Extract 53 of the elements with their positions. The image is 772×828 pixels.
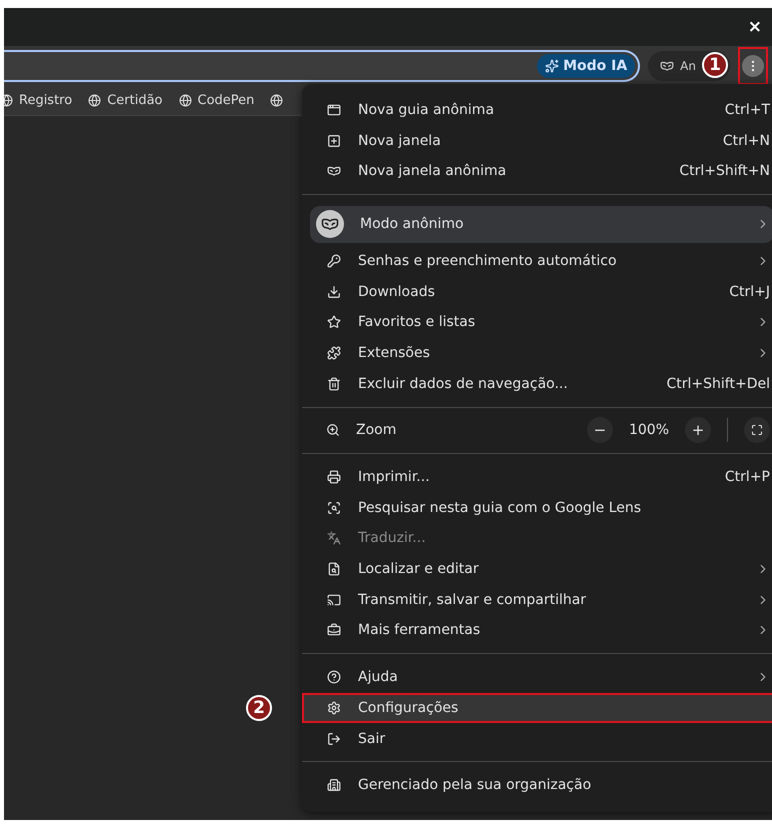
star-icon [326, 314, 342, 330]
lens-icon [326, 500, 342, 516]
translate-icon [326, 530, 342, 546]
address-bar[interactable]: Modo IA [4, 50, 640, 82]
menu-item[interactable]: Gerenciado pela sua organização [302, 770, 772, 801]
menu-item[interactable]: Modo anônimo [310, 206, 772, 243]
menu-item[interactable]: Extensões [302, 338, 772, 368]
puzzle-icon [326, 344, 342, 361]
incognito-icon [316, 210, 344, 238]
menu-item[interactable]: Senhas e preenchimento automático [302, 246, 772, 276]
globe-icon [178, 94, 192, 107]
ai-mode-button[interactable]: Modo IA [537, 54, 636, 78]
key-icon [326, 252, 342, 269]
sparkle-search-icon [545, 59, 560, 73]
menu-item[interactable]: Configurações [302, 692, 772, 724]
trash-icon [326, 376, 342, 392]
incognito-icon [660, 59, 674, 73]
briefcase-icon [326, 622, 342, 638]
menu-item[interactable]: Downloads Ctrl+J [302, 276, 772, 307]
menu-item[interactable]: Transmitir, salvar e compartilhar [302, 584, 772, 616]
menu-item[interactable]: Nova guia anônima Ctrl+T [302, 94, 772, 126]
bookmark-link[interactable]: Registro [4, 93, 72, 108]
menu-item[interactable]: Nova janela anônima Ctrl+Shift+N [302, 156, 772, 187]
menu-item[interactable]: Pesquisar nesta guia com o Google Lens [302, 492, 772, 524]
new-window-icon [326, 132, 342, 149]
zoom-value: 100% [628, 422, 669, 438]
help-icon [326, 669, 342, 686]
fullscreen-icon [751, 424, 763, 436]
printer-icon [326, 469, 342, 486]
zoom-out-button[interactable]: − [586, 417, 613, 444]
zoom-icon [326, 423, 340, 438]
globe-icon [88, 94, 102, 107]
menu-item[interactable]: Localizar e editar [302, 554, 772, 584]
download-icon [326, 284, 342, 300]
logout-icon [326, 730, 342, 747]
building-icon [326, 777, 342, 794]
menu-item[interactable]: Ajuda [302, 662, 772, 692]
settings-icon [326, 700, 342, 716]
globe-icon [270, 94, 284, 107]
menu-item[interactable]: Favoritos e listas [302, 306, 772, 338]
menu-item[interactable]: Nova janela Ctrl+N [302, 125, 772, 156]
zoom-in-button[interactable]: + [685, 417, 711, 444]
bookmark-link[interactable]: CodePen [178, 93, 254, 108]
bookmark-link[interactable]: Certidão [88, 93, 163, 108]
step-badge: 2 [246, 694, 272, 720]
fullscreen-button[interactable] [744, 417, 770, 444]
close-button[interactable]: × [744, 17, 766, 37]
menu-item[interactable]: Sair [302, 723, 772, 754]
menu-label: Zoom [356, 422, 398, 438]
document-search-icon [326, 561, 342, 578]
menu-item[interactable]: Excluir dados de navegação... Ctrl+Shift+Del [302, 368, 772, 399]
menu-item[interactable]: Mais ferramentas [302, 615, 772, 646]
menu-item[interactable]: Imprimir... Ctrl+P [302, 462, 772, 492]
